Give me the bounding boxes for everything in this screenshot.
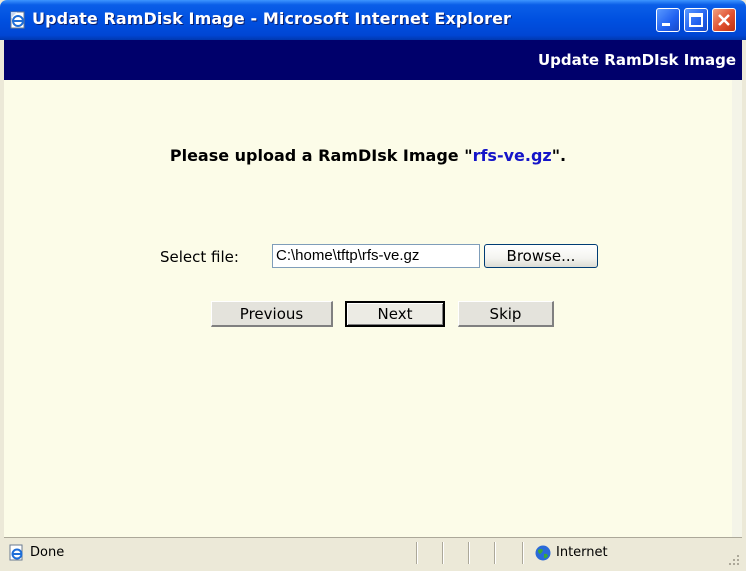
- vertical-scrollbar-track[interactable]: [732, 80, 742, 537]
- status-divider: [494, 542, 496, 564]
- upload-prompt: Please upload a RamDIsk Image "rfs-ve.gz…: [4, 146, 732, 165]
- status-text: Done: [30, 545, 65, 560]
- close-icon: [718, 14, 730, 26]
- status-bar: Done Internet: [4, 537, 742, 568]
- resize-grip-icon[interactable]: [728, 554, 740, 566]
- next-button[interactable]: Next: [345, 301, 445, 327]
- close-button[interactable]: [712, 8, 736, 32]
- minimize-button[interactable]: [656, 8, 680, 32]
- status-divider: [416, 542, 418, 564]
- file-path-input[interactable]: C:\home\tftp\rfs-ve.gz: [272, 244, 480, 268]
- ie-page-icon: [10, 11, 25, 29]
- prompt-prefix: Please upload a RamDIsk Image ": [169, 146, 473, 165]
- browse-button[interactable]: Browse...: [484, 244, 598, 268]
- maximize-icon: [689, 13, 703, 27]
- prompt-filename: rfs-ve.gz: [472, 146, 552, 165]
- prompt-suffix: ".: [551, 146, 567, 165]
- globe-icon: [535, 545, 551, 561]
- file-label: Select file:: [160, 248, 239, 266]
- window-title: Update RamDisk Image - Microsoft Interne…: [32, 9, 512, 28]
- page-title: Update RamDIsk Image: [537, 51, 736, 69]
- status-divider: [468, 542, 470, 564]
- page-content: Please upload a RamDIsk Image "rfs-ve.gz…: [4, 80, 734, 537]
- page-header: Update RamDIsk Image: [4, 40, 742, 80]
- security-zone-label: Internet: [556, 545, 608, 560]
- maximize-button[interactable]: [684, 8, 708, 32]
- status-divider: [522, 542, 524, 564]
- skip-button[interactable]: Skip: [458, 301, 554, 327]
- title-bar[interactable]: Update RamDisk Image - Microsoft Interne…: [0, 0, 746, 40]
- status-divider: [442, 542, 444, 564]
- previous-button[interactable]: Previous: [211, 301, 333, 327]
- ie-page-icon: [9, 544, 23, 561]
- minimize-icon: [662, 23, 670, 26]
- browser-window: Update RamDisk Image - Microsoft Interne…: [0, 0, 746, 571]
